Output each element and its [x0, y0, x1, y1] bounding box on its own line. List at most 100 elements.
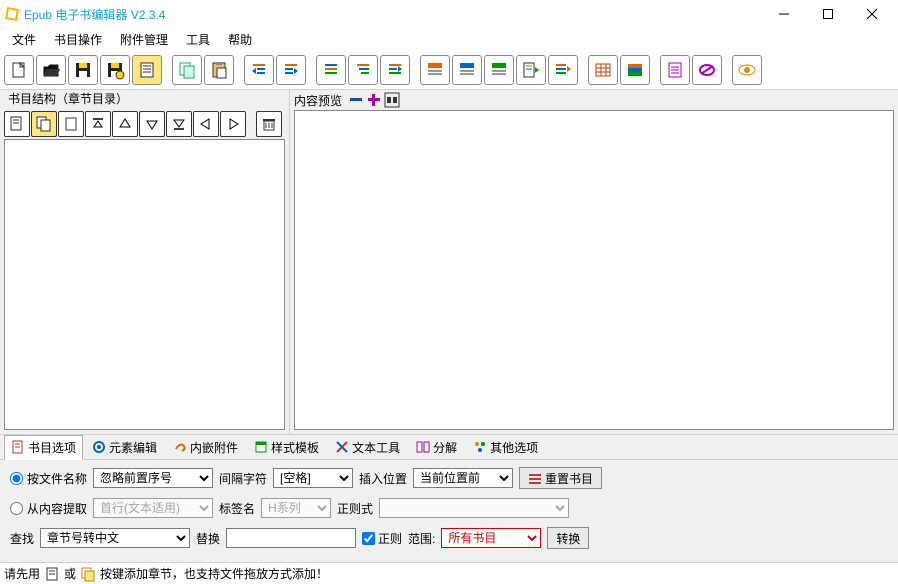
- tab-element-edit[interactable]: 元素编辑: [85, 435, 164, 460]
- save-icon[interactable]: [68, 55, 98, 85]
- close-button[interactable]: [850, 0, 894, 28]
- find-select[interactable]: 章节号转中文: [40, 528, 190, 548]
- zoom-out-icon[interactable]: [348, 92, 364, 108]
- status-text-c: 按键添加章节，也支持文件拖放方式添加！: [100, 565, 328, 582]
- script-b-icon[interactable]: [692, 55, 722, 85]
- save-as-icon[interactable]: [100, 55, 130, 85]
- title-bar: Epub 电子书编辑器 V2.3.4: [0, 0, 898, 28]
- move-bottom-icon[interactable]: [166, 111, 192, 137]
- app-icon: [4, 6, 20, 22]
- radio-from-content[interactable]: 从内容提取: [10, 500, 87, 517]
- zoom-in-icon[interactable]: [366, 92, 382, 108]
- chapter-tree[interactable]: [4, 139, 285, 430]
- tab-embedded-attach[interactable]: 内嵌附件: [166, 435, 245, 460]
- main-toolbar: [0, 50, 898, 90]
- add-chapter-b-icon[interactable]: [31, 111, 57, 137]
- insert-pos-select[interactable]: 当前位置前: [413, 468, 513, 488]
- preview-icon[interactable]: [732, 55, 762, 85]
- status-icon-b: [80, 566, 96, 582]
- replace-label: 替换: [196, 530, 220, 547]
- reset-book-button[interactable]: 重置书目: [519, 467, 602, 489]
- tab-decompose[interactable]: 分解: [409, 435, 464, 460]
- scope-select[interactable]: 所有书目: [441, 528, 541, 548]
- structure-label: 书目结构（章节目录）: [4, 92, 132, 106]
- attach-icon: [173, 440, 187, 454]
- list-arrow-icon[interactable]: [548, 55, 578, 85]
- tab-book-options[interactable]: 书目选项: [4, 435, 83, 460]
- table-icon[interactable]: [588, 55, 618, 85]
- status-text-a: 请先用: [4, 565, 40, 582]
- move-down-icon[interactable]: [139, 111, 165, 137]
- scope-label: 范围:: [408, 530, 435, 547]
- list-b-icon[interactable]: [348, 55, 378, 85]
- tab-text-tools[interactable]: 文本工具: [328, 435, 407, 460]
- heading-c-icon[interactable]: [484, 55, 514, 85]
- fit-icon[interactable]: [384, 92, 400, 108]
- properties-icon[interactable]: [132, 55, 162, 85]
- minimize-button[interactable]: [762, 0, 806, 28]
- tab-style-template[interactable]: 样式模板: [247, 435, 326, 460]
- tab-book-icon: [11, 440, 25, 454]
- delete-icon[interactable]: [256, 111, 282, 137]
- outdent-icon[interactable]: [244, 55, 274, 85]
- list-a-icon[interactable]: [316, 55, 346, 85]
- move-top-icon[interactable]: [85, 111, 111, 137]
- open-icon[interactable]: [36, 55, 66, 85]
- menu-attach[interactable]: 附件管理: [112, 29, 176, 50]
- copy-icon[interactable]: [172, 55, 202, 85]
- maximize-button[interactable]: [806, 0, 850, 28]
- status-text-b: 或: [64, 565, 76, 582]
- regex-select: [379, 498, 569, 518]
- filename-mode-select[interactable]: 忽略前置序号: [93, 468, 213, 488]
- left-pane: 书目结构（章节目录）: [0, 90, 290, 434]
- heading-b-icon[interactable]: [452, 55, 482, 85]
- list-c-icon[interactable]: [380, 55, 410, 85]
- tagname-label: 标签名: [219, 500, 255, 517]
- indent-icon[interactable]: [276, 55, 306, 85]
- new-node-icon[interactable]: [58, 111, 84, 137]
- tools-icon: [335, 440, 349, 454]
- radio-by-filename[interactable]: 按文件名称: [10, 470, 87, 487]
- misc-icon: [473, 440, 487, 454]
- options-tabstrip: 书目选项 元素编辑 内嵌附件 样式模板 文本工具 分解 其他选项: [0, 434, 898, 460]
- replace-input[interactable]: [226, 528, 356, 548]
- script-a-icon[interactable]: [660, 55, 690, 85]
- add-chapter-a-icon[interactable]: [4, 111, 30, 137]
- status-bar: 请先用 或 按键添加章节，也支持文件拖放方式添加！: [0, 562, 898, 584]
- regex-checkbox[interactable]: 正则: [362, 530, 402, 547]
- menu-file[interactable]: 文件: [4, 29, 44, 50]
- status-icon-a: [44, 566, 60, 582]
- content-mode-select: 首行(文本适用): [93, 498, 213, 518]
- work-area: 书目结构（章节目录） 内容预览: [0, 90, 898, 434]
- menu-book-ops[interactable]: 书目操作: [46, 29, 110, 50]
- move-up-icon[interactable]: [112, 111, 138, 137]
- insert-label: 插入位置: [359, 470, 407, 487]
- doc-move-icon[interactable]: [516, 55, 546, 85]
- move-left-icon[interactable]: [193, 111, 219, 137]
- row-color-icon[interactable]: [620, 55, 650, 85]
- heading-a-icon[interactable]: [420, 55, 450, 85]
- new-icon[interactable]: [4, 55, 34, 85]
- template-icon: [254, 440, 268, 454]
- convert-button[interactable]: 转换: [547, 527, 589, 549]
- reset-icon: [528, 471, 542, 485]
- right-pane: 内容预览: [290, 90, 898, 434]
- move-right-icon[interactable]: [220, 111, 246, 137]
- regex-label: 正则式: [337, 500, 373, 517]
- menu-help[interactable]: 帮助: [220, 29, 260, 50]
- split-icon: [416, 440, 430, 454]
- menu-tools[interactable]: 工具: [178, 29, 218, 50]
- tree-toolbar: [0, 109, 289, 139]
- sep-label: 间隔字符: [219, 470, 267, 487]
- preview-label: 内容预览: [294, 92, 342, 109]
- preview-toolbar: 内容预览: [290, 90, 898, 110]
- tab-other-options[interactable]: 其他选项: [466, 435, 545, 460]
- tagname-select: H系列: [261, 498, 331, 518]
- preview-area[interactable]: [294, 110, 894, 430]
- paste-icon[interactable]: [204, 55, 234, 85]
- window-title: Epub 电子书编辑器 V2.3.4: [24, 6, 762, 23]
- gear-icon: [92, 440, 106, 454]
- menu-bar: 文件 书目操作 附件管理 工具 帮助: [0, 28, 898, 50]
- sep-select[interactable]: [空格]: [273, 468, 353, 488]
- find-label: 查找: [10, 530, 34, 547]
